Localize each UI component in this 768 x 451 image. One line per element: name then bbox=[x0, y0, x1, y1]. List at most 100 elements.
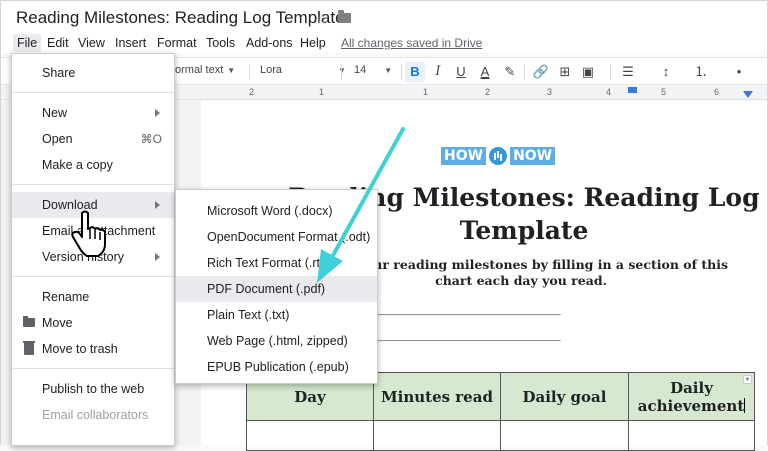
menu-view[interactable]: View bbox=[74, 34, 109, 52]
file-menu-new[interactable]: New bbox=[12, 100, 174, 126]
ruler-mark: 1 bbox=[423, 87, 429, 97]
indent-handle[interactable] bbox=[628, 87, 637, 93]
ruler-mark: 3 bbox=[547, 87, 553, 97]
table-header-achievement-label: Daily achievement bbox=[637, 378, 745, 415]
menu-tools[interactable]: Tools bbox=[202, 34, 239, 52]
title-bar: Reading Milestones: Reading Log Template… bbox=[1, 1, 767, 33]
menu-item-label: Rename bbox=[42, 290, 90, 304]
numbered-list-icon[interactable]: ⒈ bbox=[691, 62, 711, 82]
ruler-mark: 5 bbox=[661, 87, 667, 97]
download-pdf[interactable]: PDF Document (.pdf) bbox=[176, 276, 377, 302]
saved-status-link[interactable]: All changes saved in Drive bbox=[341, 36, 482, 50]
download-docx[interactable]: Microsoft Word (.docx) bbox=[176, 198, 377, 224]
logo-text-left: HOW bbox=[441, 147, 487, 165]
file-menu-publish[interactable]: Publish to the web bbox=[12, 376, 174, 402]
menu-item-label: EPUB Publication (.epub) bbox=[207, 360, 349, 374]
table-cell[interactable] bbox=[246, 420, 374, 451]
text-color-button[interactable]: A bbox=[475, 62, 495, 82]
menu-divider bbox=[12, 92, 174, 93]
text-cursor bbox=[744, 397, 746, 413]
download-odt[interactable]: OpenDocument Format (.odt) bbox=[176, 224, 377, 250]
folder-icon bbox=[23, 316, 35, 327]
file-menu-share[interactable]: Share bbox=[12, 60, 174, 86]
download-html[interactable]: Web Page (.html, zipped) bbox=[176, 328, 377, 354]
file-menu-email-collaborators: Email collaborators bbox=[12, 402, 174, 428]
table-header-achievement[interactable]: Daily achievement bbox=[628, 372, 755, 421]
howtonow-logo: HOW NOW bbox=[441, 146, 556, 166]
cell-dropdown-icon[interactable]: ▼ bbox=[743, 375, 752, 384]
download-rtf[interactable]: Rich Text Format (.rtf) bbox=[176, 250, 377, 276]
menu-item-label: Move to trash bbox=[42, 342, 118, 356]
menu-help[interactable]: Help bbox=[296, 34, 330, 52]
toolbar-divider bbox=[524, 64, 525, 80]
link-icon[interactable]: 🔗 bbox=[531, 62, 551, 82]
italic-button[interactable]: I bbox=[428, 62, 448, 82]
trash-icon bbox=[23, 341, 35, 355]
font-size-select[interactable]: 14 ▼ bbox=[354, 64, 392, 76]
menu-item-label: Plain Text (.txt) bbox=[207, 308, 290, 322]
font-select[interactable]: Lora▼ bbox=[260, 64, 346, 76]
file-menu-move[interactable]: Move bbox=[12, 310, 174, 336]
folder-icon[interactable] bbox=[338, 10, 351, 23]
menu-item-label: OpenDocument Format (.odt) bbox=[207, 230, 371, 244]
document-title[interactable]: Reading Milestones: Reading Log Template bbox=[16, 8, 345, 28]
underline-button[interactable]: U bbox=[451, 62, 471, 82]
menu-file[interactable]: File bbox=[13, 34, 42, 52]
menu-item-label: Web Page (.html, zipped) bbox=[207, 334, 348, 348]
menu-divider bbox=[12, 368, 174, 369]
download-epub[interactable]: EPUB Publication (.epub) bbox=[176, 354, 377, 380]
file-menu-open[interactable]: Open ⌘O bbox=[12, 126, 174, 152]
highlight-pen-icon[interactable]: ✎ bbox=[500, 62, 520, 82]
ruler-mark: 1 bbox=[319, 87, 325, 97]
toolbar-divider bbox=[249, 64, 250, 80]
submenu-arrow-icon bbox=[155, 109, 160, 117]
line-spacing-icon[interactable]: ↕ bbox=[656, 62, 676, 82]
toolbar-divider bbox=[401, 64, 402, 80]
toolbar-divider bbox=[341, 64, 342, 80]
blank-line[interactable]: _________________________ bbox=[377, 301, 561, 316]
font-size-value: 14 bbox=[354, 64, 367, 76]
file-menu-make-copy[interactable]: Make a copy bbox=[12, 152, 174, 178]
menu-item-label: Move bbox=[42, 316, 73, 330]
file-menu-move-to-trash[interactable]: Move to trash bbox=[12, 336, 174, 362]
table-cell[interactable] bbox=[628, 420, 755, 451]
table-header-minutes[interactable]: Minutes read bbox=[373, 372, 501, 421]
table-cell[interactable] bbox=[373, 420, 501, 451]
menu-item-label: Email collaborators bbox=[42, 408, 149, 422]
file-menu-rename[interactable]: Rename bbox=[12, 284, 174, 310]
toolbar-divider bbox=[610, 64, 611, 80]
chevron-down-icon: ▼ bbox=[384, 66, 393, 75]
bulleted-list-icon[interactable]: • bbox=[729, 62, 749, 82]
blank-line[interactable]: _________________________ bbox=[377, 327, 561, 342]
logo-chart-icon bbox=[489, 147, 508, 165]
paragraph-style-select[interactable]: ormal text ▼ bbox=[175, 64, 235, 76]
menu-edit[interactable]: Edit bbox=[43, 34, 73, 52]
logo-text-right: NOW bbox=[510, 147, 556, 165]
shortcut-label: ⌘O bbox=[140, 132, 162, 146]
insert-image-icon[interactable]: ▣ bbox=[578, 62, 598, 82]
app-window: Reading Milestones: Reading Log Template… bbox=[0, 0, 768, 451]
chevron-down-icon: ▼ bbox=[227, 66, 236, 75]
menu-divider bbox=[12, 276, 174, 277]
download-submenu: Microsoft Word (.docx) OpenDocument Form… bbox=[175, 189, 378, 384]
table-row bbox=[246, 420, 755, 451]
download-txt[interactable]: Plain Text (.txt) bbox=[176, 302, 377, 328]
align-left-icon[interactable]: ☰ bbox=[618, 62, 638, 82]
ruler-mark: 6 bbox=[714, 87, 720, 97]
table-header-goal[interactable]: Daily goal bbox=[500, 372, 629, 421]
menu-insert[interactable]: Insert bbox=[111, 34, 150, 52]
menu-addons[interactable]: Add-ons bbox=[242, 34, 297, 52]
menu-item-label: Microsoft Word (.docx) bbox=[207, 204, 333, 218]
paragraph-style-value: ormal text bbox=[175, 64, 224, 76]
menu-bar: File Edit View Insert Format Tools Add-o… bbox=[1, 33, 767, 53]
ruler-mark: 2 bbox=[485, 87, 491, 97]
menu-format[interactable]: Format bbox=[153, 34, 201, 52]
star-icon[interactable]: ☆ bbox=[315, 10, 328, 28]
menu-item-label: PDF Document (.pdf) bbox=[207, 282, 326, 296]
table-cell[interactable] bbox=[500, 420, 629, 451]
right-margin-handle[interactable] bbox=[743, 91, 753, 98]
add-comment-icon[interactable]: ⊞ bbox=[555, 62, 575, 82]
hand-cursor-icon bbox=[71, 210, 106, 257]
bold-button[interactable]: B bbox=[405, 62, 425, 82]
menu-divider bbox=[12, 184, 174, 185]
